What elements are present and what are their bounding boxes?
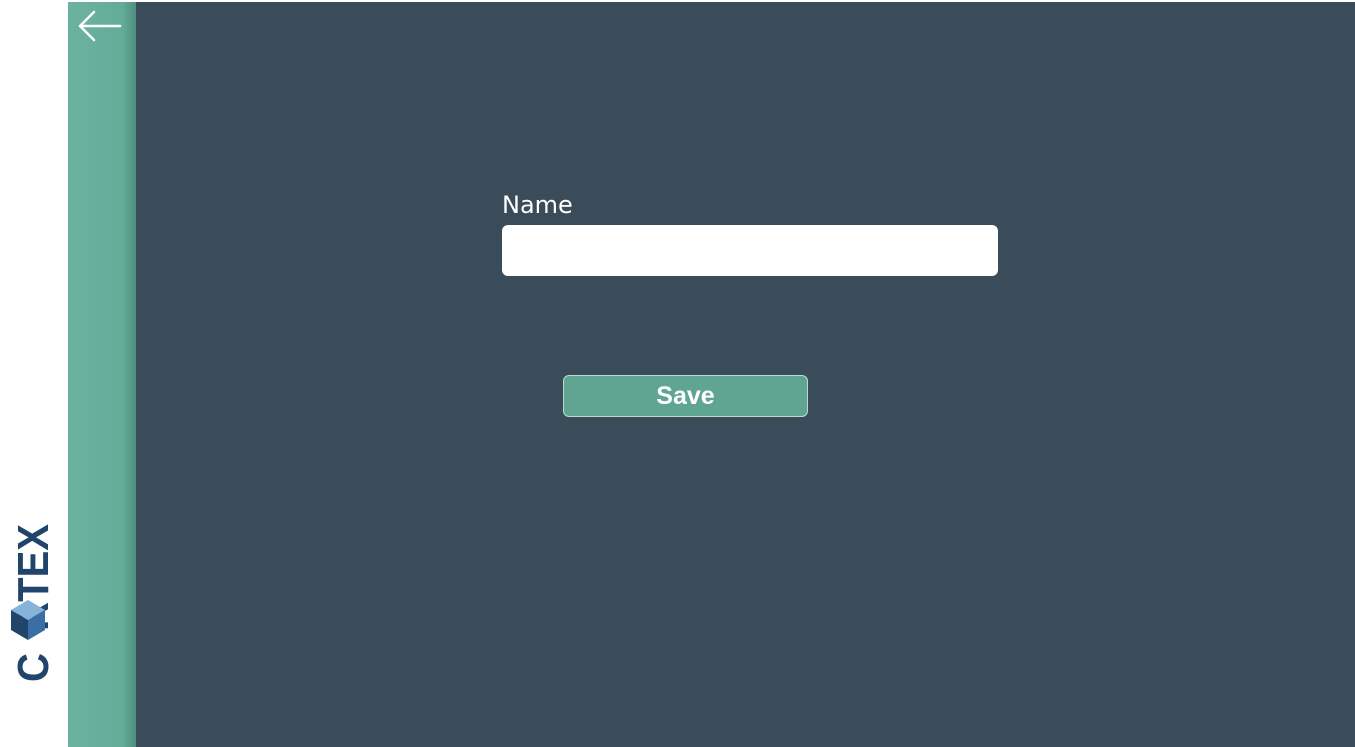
arrow-left-icon — [78, 10, 122, 42]
back-button[interactable] — [76, 6, 124, 46]
name-label: Name — [502, 191, 573, 219]
main-panel: Name Save — [136, 2, 1355, 747]
name-input[interactable] — [502, 225, 998, 276]
cortex-logo: C RTEX — [9, 524, 50, 682]
brand-rail: C RTEX — [0, 0, 68, 747]
save-button[interactable]: Save — [563, 375, 808, 417]
nav-strip — [68, 2, 136, 747]
